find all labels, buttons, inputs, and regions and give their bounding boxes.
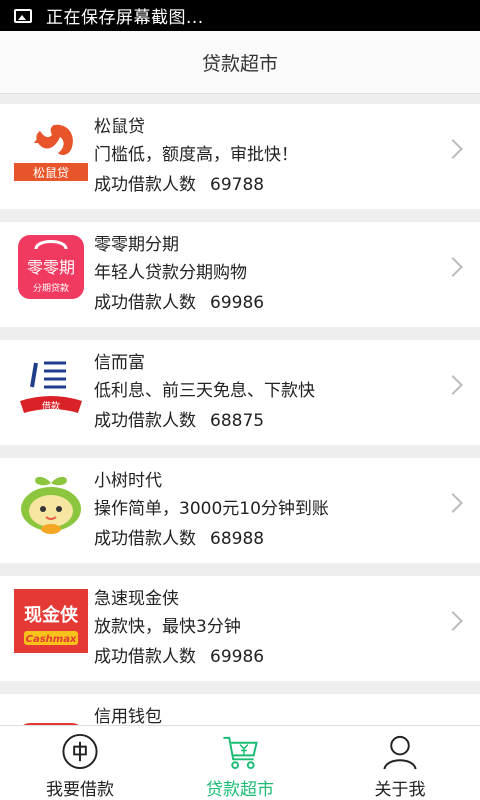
sprout-logo	[14, 471, 88, 535]
coin-icon	[62, 733, 98, 770]
bottom-tab-bar: 我要借款 贷款超市 关于我	[0, 725, 480, 800]
chevron-right-icon	[443, 611, 463, 631]
loan-list[interactable]: 松鼠贷 松鼠贷 门槛低，额度高，审批快！ 成功借款人数 69788 零零期 分期贷…	[0, 94, 480, 725]
tab-loan-market[interactable]: 贷款超市	[160, 726, 320, 800]
logo-text: 松鼠贷	[33, 166, 69, 180]
loan-desc: 放款快，最快3分钟	[94, 617, 241, 637]
tab-borrow[interactable]: 我要借款	[0, 726, 160, 800]
loan-desc: 低利息、前三天免息、下款快	[94, 381, 315, 401]
loan-count: 成功借款人数 68988	[94, 524, 440, 554]
logo-subtext: Cashmax	[26, 634, 77, 645]
loan-count: 成功借款人数 69788	[94, 170, 440, 200]
count-value: 69986	[210, 293, 265, 313]
cashmax-logo: 现金侠 Cashmax	[14, 589, 88, 653]
loan-count: 成功借款人数 69986	[94, 642, 440, 672]
chevron-right-icon	[443, 257, 463, 277]
title-bar: 贷款超市	[0, 31, 480, 94]
image-icon	[14, 8, 32, 23]
count-label: 成功借款人数	[94, 411, 196, 431]
loan-name: 小树时代	[94, 471, 162, 491]
count-value: 68875	[210, 411, 265, 431]
loan-item-xinerfu[interactable]: 借款 信而富 低利息、前三天免息、下款快 成功借款人数 68875	[0, 340, 480, 445]
loan-name: 信而富	[94, 353, 145, 373]
loan-name: 急速现金侠	[94, 589, 179, 609]
count-label: 成功借款人数	[94, 175, 196, 195]
loan-item-wallet[interactable]: 信用钱包	[0, 694, 480, 725]
status-bar: 正在保存屏幕截图...	[0, 0, 480, 31]
logo-text: 零零期	[27, 258, 75, 277]
chevron-right-icon	[443, 139, 463, 159]
loan-desc: 门槛低，额度高，审批快！	[94, 145, 298, 165]
tab-label: 贷款超市	[206, 780, 274, 800]
cart-icon	[223, 736, 258, 770]
loan-count: 成功借款人数 69986	[94, 288, 440, 318]
loan-name: 零零期分期	[94, 235, 179, 255]
loan-desc: 操作简单，3000元10分钟到账	[94, 499, 329, 519]
wallet-logo	[14, 707, 88, 725]
logo-subtext: 分期贷款	[33, 282, 69, 294]
loan-item-linglingqi[interactable]: 零零期 分期贷款 零零期分期 年轻人贷款分期购物 成功借款人数 69986	[0, 222, 480, 327]
status-text: 正在保存屏幕截图...	[46, 8, 204, 28]
count-label: 成功借款人数	[94, 529, 196, 549]
xin-logo: 借款	[14, 353, 88, 417]
count-value: 69788	[210, 175, 265, 195]
tab-label: 关于我	[374, 780, 426, 800]
chevron-right-icon	[443, 375, 463, 395]
loan-name: 松鼠贷	[94, 117, 145, 137]
loan-item-cashmax[interactable]: 现金侠 Cashmax 急速现金侠 放款快，最快3分钟 成功借款人数 69986	[0, 576, 480, 681]
lingling-logo: 零零期 分期贷款	[14, 235, 88, 299]
loan-item-xiaoshu[interactable]: 小树时代 操作简单，3000元10分钟到账 成功借款人数 68988	[0, 458, 480, 563]
tab-about-me[interactable]: 关于我	[320, 726, 480, 800]
count-label: 成功借款人数	[94, 647, 196, 667]
squirrel-logo: 松鼠贷	[14, 117, 88, 181]
chevron-right-icon	[443, 493, 463, 513]
logo-text: 借款	[42, 400, 60, 412]
loan-item-songshudai[interactable]: 松鼠贷 松鼠贷 门槛低，额度高，审批快！ 成功借款人数 69788	[0, 104, 480, 209]
count-value: 69986	[210, 647, 265, 667]
loan-count: 成功借款人数 68875	[94, 406, 440, 436]
logo-text: 现金侠	[24, 604, 79, 626]
loan-name: 信用钱包	[94, 707, 162, 725]
loan-desc: 年轻人贷款分期购物	[94, 263, 247, 283]
tab-label: 我要借款	[46, 780, 114, 800]
page-title: 贷款超市	[201, 52, 278, 75]
count-label: 成功借款人数	[94, 293, 196, 313]
user-icon	[383, 735, 417, 770]
count-value: 68988	[210, 529, 265, 549]
